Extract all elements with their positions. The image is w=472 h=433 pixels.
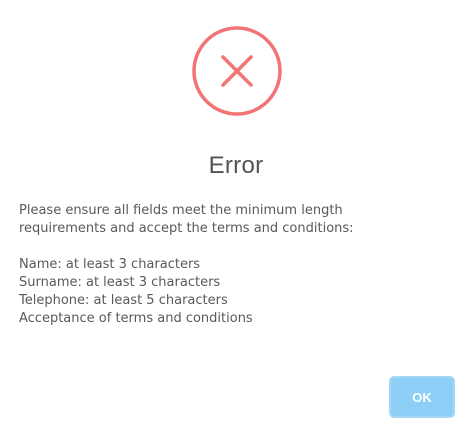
requirement-terms: Acceptance of terms and conditions — [19, 311, 253, 326]
ok-button[interactable]: OK — [389, 376, 455, 418]
intro-line-1: Please ensure all fields meet the minimu… — [19, 203, 343, 218]
dialog-message: Please ensure all fields meet the minimu… — [19, 202, 439, 328]
dialog-title: Error — [208, 152, 264, 179]
requirement-name: Name: at least 3 characters — [19, 257, 201, 272]
error-dialog: Error Please ensure all fields meet the … — [0, 0, 472, 433]
requirement-surname: Surname: at least 3 characters — [19, 275, 221, 290]
requirement-telephone: Telephone: at least 5 characters — [19, 293, 228, 308]
error-x-icon — [191, 25, 283, 117]
intro-line-2: requirements and accept the terms and co… — [19, 221, 354, 236]
